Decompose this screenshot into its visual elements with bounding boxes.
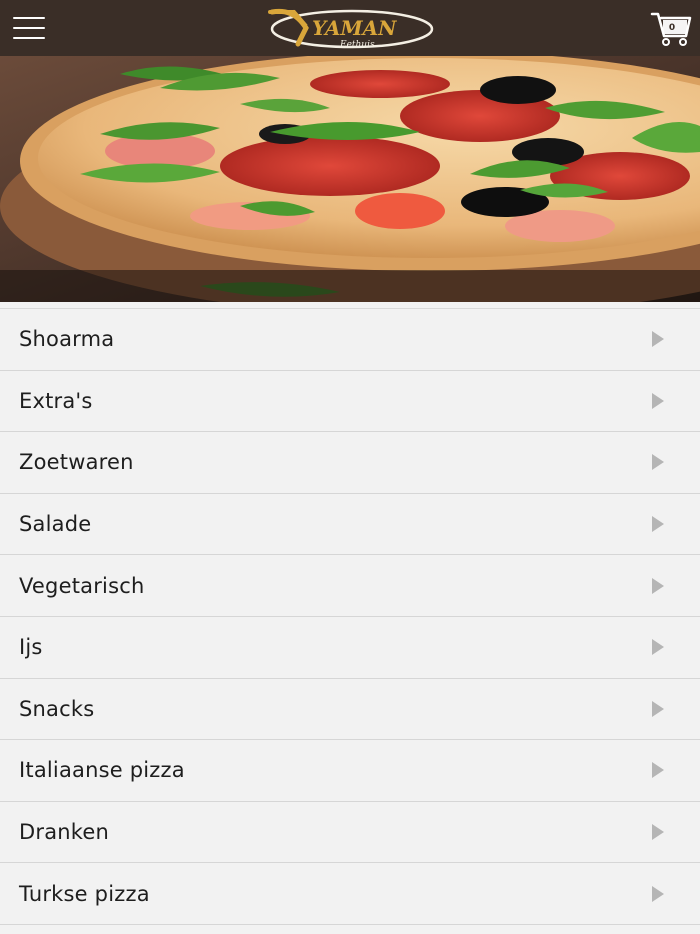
pizza-hero-image: [0, 56, 700, 302]
chevron-right-icon: [652, 392, 664, 409]
list-item[interactable]: Italiaanse pizza: [0, 740, 700, 802]
category-label: Extra's: [19, 388, 93, 413]
logo-subtitle: Eethuis: [339, 40, 375, 50]
category-label: Turkse pizza: [19, 881, 150, 906]
list-item[interactable]: Zoetwaren: [0, 432, 700, 494]
category-list: Shoarma Extra's Zoetwaren Salade Vegetar…: [0, 308, 700, 925]
category-label: Shoarma: [19, 327, 115, 352]
chevron-right-icon: [652, 516, 664, 533]
category-label: Zoetwaren: [19, 450, 134, 475]
list-item[interactable]: Extra's: [0, 370, 700, 433]
category-label: Salade: [19, 512, 92, 537]
category-label: Vegetarisch: [19, 573, 145, 598]
chevron-right-icon: [652, 639, 664, 656]
category-label: Italiaanse pizza: [19, 758, 185, 783]
top-bar: YAMAN Eethuis 0: [0, 0, 700, 56]
list-item[interactable]: Shoarma: [0, 309, 700, 371]
hamburger-menu-icon[interactable]: [10, 12, 48, 44]
chevron-right-icon: [652, 454, 664, 471]
list-item[interactable]: Turkse pizza: [0, 863, 700, 925]
chevron-right-icon: [652, 762, 664, 779]
category-label: Snacks: [19, 696, 95, 721]
category-label: Dranken: [19, 820, 110, 845]
chevron-right-icon: [652, 885, 664, 902]
list-item[interactable]: Dranken: [0, 801, 700, 864]
list-item[interactable]: Vegetarisch: [0, 555, 700, 617]
category-label: Ijs: [19, 635, 43, 660]
chevron-right-icon: [652, 577, 664, 594]
list-item[interactable]: Ijs: [0, 616, 700, 679]
cart-count-badge: 0: [668, 23, 676, 33]
chevron-right-icon: [652, 331, 664, 348]
shopping-cart-icon[interactable]: 0: [650, 8, 694, 48]
yaman-logo[interactable]: YAMAN Eethuis: [266, 6, 434, 50]
chevron-right-icon: [652, 824, 664, 841]
list-item[interactable]: Snacks: [0, 678, 700, 741]
app-screen: YAMAN Eethuis 0 Shoarma Extra's Zoetware…: [0, 0, 700, 934]
chevron-right-icon: [652, 700, 664, 717]
logo-wordmark: YAMAN: [312, 16, 397, 40]
list-item[interactable]: Salade: [0, 493, 700, 556]
